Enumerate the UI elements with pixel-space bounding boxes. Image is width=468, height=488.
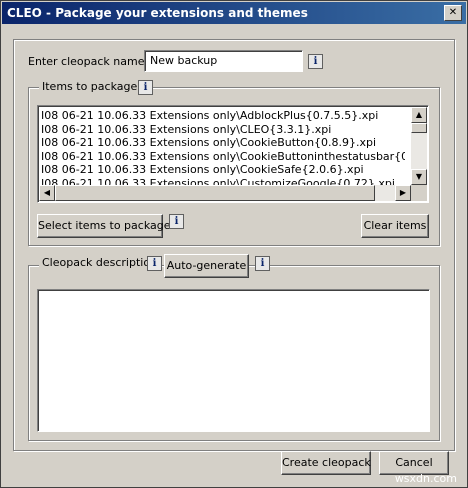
list-item[interactable]: I08 06-21 10.06.33 Extensions only\Cooki… — [41, 163, 405, 177]
horizontal-scrollbar[interactable]: ◀ ▶ — [39, 185, 411, 201]
scroll-corner — [411, 185, 427, 201]
description-group-title: Cleopack description — [39, 256, 161, 269]
cleopack-name-value: New backup — [150, 54, 218, 67]
auto-generate-info-icon[interactable]: i — [255, 256, 270, 271]
vertical-scroll-thumb[interactable] — [411, 123, 427, 133]
watermark: wsxdn.com — [394, 472, 457, 485]
scroll-right-icon[interactable]: ▶ — [395, 185, 411, 201]
cleopack-name-label: Enter cleopack name: — [28, 55, 149, 68]
items-listbox[interactable]: I08 06-21 10.06.33 Extensions only\Adblo… — [37, 105, 429, 203]
list-item[interactable]: I08 06-21 10.06.33 Extensions only\Adblo… — [41, 109, 405, 123]
select-info-icon[interactable]: i — [169, 214, 184, 229]
scroll-down-icon[interactable]: ▼ — [411, 169, 427, 185]
list-item[interactable]: I08 06-21 10.06.33 Extensions only\Cooki… — [41, 150, 405, 164]
scroll-left-icon[interactable]: ◀ — [39, 185, 55, 201]
create-cleopack-button[interactable]: Create cleopack — [281, 451, 371, 475]
description-info-icon[interactable]: i — [147, 256, 162, 271]
scroll-up-icon[interactable]: ▲ — [411, 107, 427, 123]
vertical-scrollbar[interactable]: ▲ ▼ — [411, 107, 427, 185]
window-title: CLEO - Package your extensions and theme… — [7, 6, 308, 20]
cleo-dialog: CLEO - Package your extensions and theme… — [0, 0, 468, 488]
clear-items-button[interactable]: Clear items — [361, 214, 429, 238]
name-info-icon[interactable]: i — [308, 54, 323, 69]
horizontal-scroll-thumb[interactable] — [55, 185, 375, 201]
auto-generate-button[interactable]: Auto-generate — [164, 254, 249, 278]
items-group-title: Items to package: — [39, 80, 144, 93]
items-info-icon[interactable]: i — [138, 80, 153, 95]
list-item[interactable]: I08 06-21 10.06.33 Extensions only\CLEO{… — [41, 123, 405, 137]
close-icon[interactable]: ✕ — [444, 5, 462, 21]
items-list: I08 06-21 10.06.33 Extensions only\Adblo… — [41, 109, 405, 190]
description-textarea[interactable] — [37, 289, 430, 432]
select-items-button[interactable]: Select items to package — [37, 214, 171, 238]
title-bar[interactable]: CLEO - Package your extensions and theme… — [2, 2, 466, 24]
list-item[interactable]: I08 06-21 10.06.33 Extensions only\Cooki… — [41, 136, 405, 150]
cleopack-name-input[interactable]: New backup — [144, 50, 303, 72]
